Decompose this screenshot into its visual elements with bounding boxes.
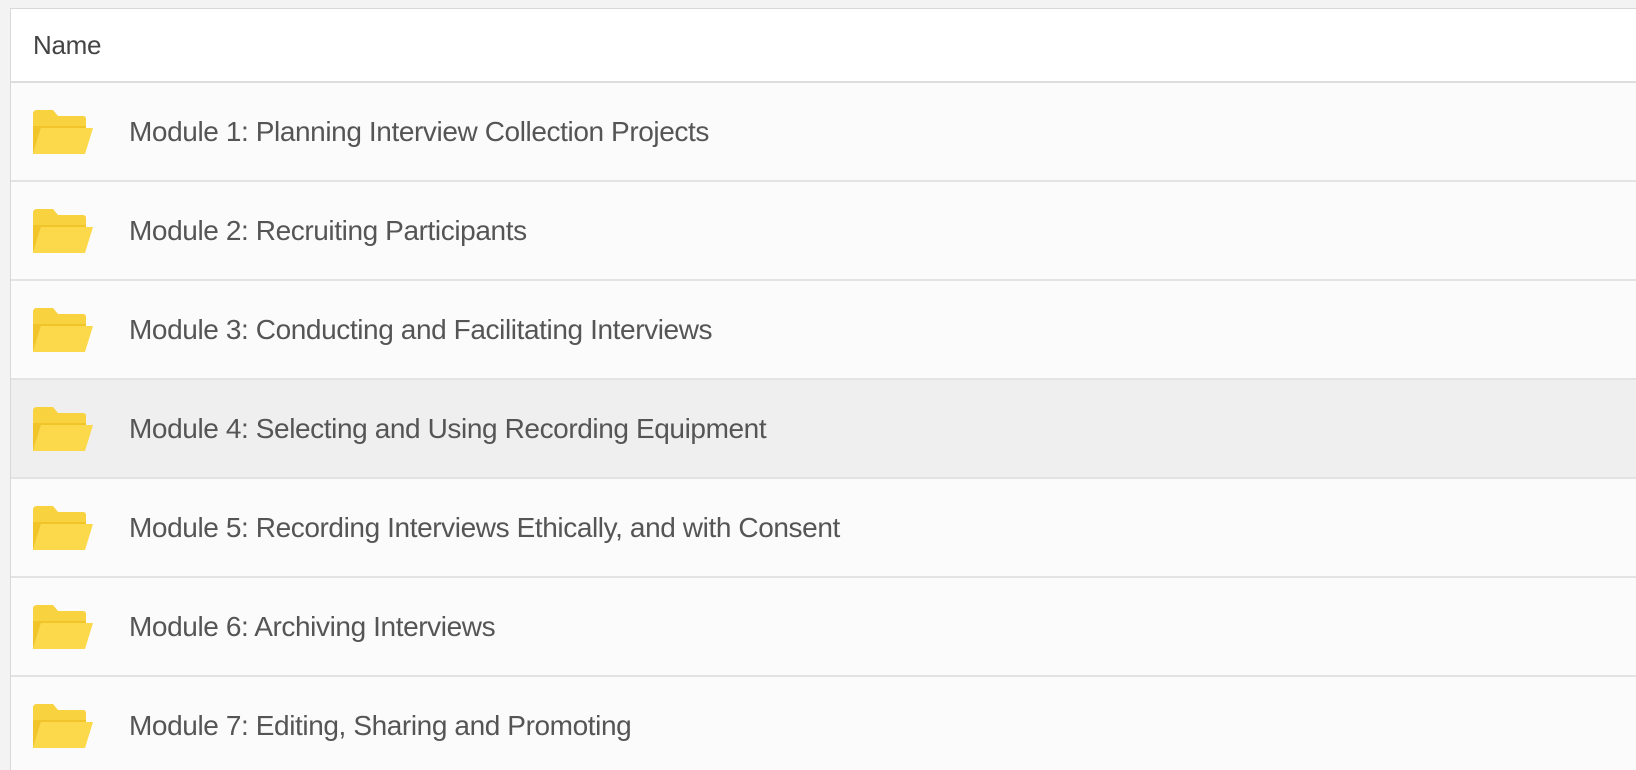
folder-open-icon (31, 504, 95, 552)
row-label[interactable]: Module 3: Conducting and Facilitating In… (129, 314, 713, 346)
folder-open-icon (31, 108, 95, 156)
row-label[interactable]: Module 1: Planning Interview Collection … (129, 116, 709, 148)
table-row[interactable]: Module 1: Planning Interview Collection … (11, 83, 1636, 182)
column-header-name[interactable]: Name (33, 30, 101, 61)
table-row[interactable]: Module 6: Archiving Interviews (11, 578, 1636, 677)
folder-open-icon (31, 306, 95, 354)
folder-open-icon (31, 603, 95, 651)
table-row[interactable]: Module 3: Conducting and Facilitating In… (11, 281, 1636, 380)
folder-open-icon (31, 405, 95, 453)
table-row[interactable]: Module 7: Editing, Sharing and Promoting (11, 677, 1636, 770)
row-label[interactable]: Module 5: Recording Interviews Ethically… (129, 512, 840, 544)
folder-open-icon (31, 207, 95, 255)
top-strip (0, 0, 1636, 8)
table-row[interactable]: Module 2: Recruiting Participants (11, 182, 1636, 281)
row-label[interactable]: Module 2: Recruiting Participants (129, 215, 527, 247)
table-header: Name (11, 9, 1636, 83)
row-label[interactable]: Module 4: Selecting and Using Recording … (129, 413, 767, 445)
row-label[interactable]: Module 7: Editing, Sharing and Promoting (129, 710, 632, 742)
row-label[interactable]: Module 6: Archiving Interviews (129, 611, 496, 643)
folder-open-icon (31, 702, 95, 750)
table-row-highlighted[interactable]: Module 4: Selecting and Using Recording … (11, 380, 1636, 479)
file-table: Name Module 1: Planning Interview Collec… (10, 8, 1636, 770)
table-row[interactable]: Module 5: Recording Interviews Ethically… (11, 479, 1636, 578)
